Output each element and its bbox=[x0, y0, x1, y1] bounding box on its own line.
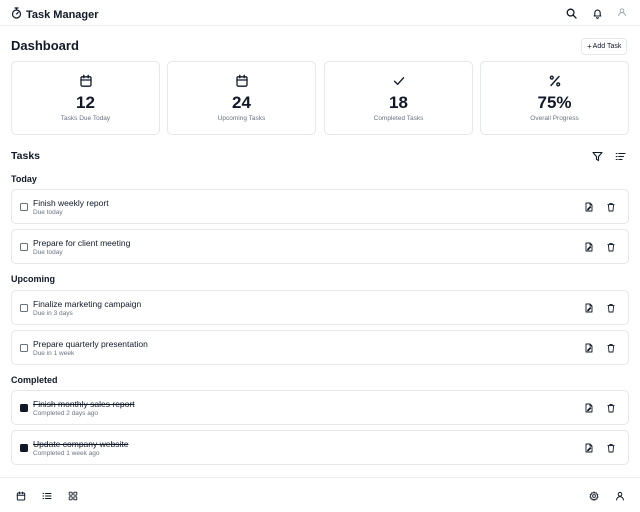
stat-value: 18 bbox=[389, 93, 408, 112]
trash-icon[interactable] bbox=[606, 343, 616, 353]
grid-icon[interactable] bbox=[67, 490, 78, 501]
stat-value: 12 bbox=[76, 93, 95, 112]
percent-icon bbox=[481, 74, 628, 88]
task-checkbox-checked[interactable] bbox=[20, 404, 28, 412]
group-label-upcoming: Upcoming bbox=[11, 274, 55, 284]
edit-document-icon[interactable] bbox=[584, 303, 594, 313]
task-row[interactable]: Finish monthly sales report Completed 2 … bbox=[11, 390, 629, 425]
check-icon bbox=[325, 74, 472, 88]
search-icon[interactable] bbox=[565, 7, 577, 19]
brand: Task Manager bbox=[11, 6, 99, 24]
settings-icon[interactable] bbox=[588, 490, 599, 501]
edit-document-icon[interactable] bbox=[584, 343, 594, 353]
app-title: Task Manager bbox=[26, 9, 99, 21]
task-completed-time: Completed 1 week ago bbox=[33, 450, 100, 457]
task-title: Prepare quarterly presentation bbox=[33, 339, 148, 349]
task-checkbox[interactable] bbox=[20, 304, 28, 312]
top-bar: Task Manager bbox=[0, 0, 640, 26]
edit-document-icon[interactable] bbox=[584, 443, 594, 453]
user-icon bbox=[617, 4, 627, 22]
stat-value: 75% bbox=[537, 93, 572, 112]
stopwatch-icon bbox=[11, 6, 22, 24]
task-completed-time: Completed 2 days ago bbox=[33, 410, 99, 417]
sort-icon[interactable] bbox=[614, 150, 626, 162]
task-checkbox[interactable] bbox=[20, 203, 28, 211]
stat-card-upcoming: 24 Upcoming Tasks bbox=[167, 61, 316, 135]
task-title: Finish monthly sales report bbox=[33, 399, 135, 409]
trash-icon[interactable] bbox=[606, 403, 616, 413]
trash-icon[interactable] bbox=[606, 443, 616, 453]
edit-document-icon[interactable] bbox=[584, 242, 594, 252]
stat-card-progress: 75% Overall Progress bbox=[480, 61, 629, 135]
stat-label: Upcoming Tasks bbox=[217, 115, 266, 122]
stat-label: Completed Tasks bbox=[373, 115, 424, 122]
stat-label: Tasks Due Today bbox=[60, 115, 111, 122]
task-checkbox[interactable] bbox=[20, 243, 28, 251]
user-avatar[interactable] bbox=[614, 5, 630, 21]
list-icon[interactable] bbox=[41, 490, 52, 501]
task-title: Prepare for client meeting bbox=[33, 238, 131, 248]
filter-icon[interactable] bbox=[591, 150, 603, 162]
add-task-label: Add Task bbox=[592, 43, 622, 50]
profile-icon[interactable] bbox=[614, 490, 625, 501]
task-row[interactable]: Finalize marketing campaign Due in 3 day… bbox=[11, 290, 629, 325]
edit-document-icon[interactable] bbox=[584, 202, 594, 212]
group-label-completed: Completed bbox=[11, 375, 58, 385]
task-row[interactable]: Prepare quarterly presentation Due in 1 … bbox=[11, 330, 629, 365]
plus-icon: + bbox=[587, 41, 592, 51]
tasks-section-title: Tasks bbox=[11, 150, 40, 162]
bottom-nav bbox=[0, 477, 640, 512]
task-due: Due today bbox=[33, 209, 63, 216]
task-due: Due in 1 week bbox=[33, 350, 75, 357]
task-checkbox[interactable] bbox=[20, 344, 28, 352]
task-row[interactable]: Update company website Completed 1 week … bbox=[11, 430, 629, 465]
stat-card-completed: 18 Completed Tasks bbox=[324, 61, 473, 135]
calendar-icon bbox=[168, 74, 315, 88]
trash-icon[interactable] bbox=[606, 202, 616, 212]
task-title: Finalize marketing campaign bbox=[33, 299, 142, 309]
task-due: Due in 3 days bbox=[33, 310, 73, 317]
stat-value: 24 bbox=[232, 93, 251, 112]
edit-document-icon[interactable] bbox=[584, 403, 594, 413]
page-title: Dashboard bbox=[11, 38, 79, 53]
calendar-icon[interactable] bbox=[15, 490, 26, 501]
task-row[interactable]: Prepare for client meeting Due today bbox=[11, 229, 629, 264]
add-task-button[interactable]: + Add Task bbox=[581, 38, 628, 55]
task-row[interactable]: Finish weekly report Due today bbox=[11, 189, 629, 224]
task-title: Update company website bbox=[33, 439, 129, 449]
task-due: Due today bbox=[33, 249, 63, 256]
trash-icon[interactable] bbox=[606, 242, 616, 252]
stat-label: Overall Progress bbox=[530, 115, 579, 122]
task-checkbox-checked[interactable] bbox=[20, 444, 28, 452]
group-label-today: Today bbox=[11, 174, 37, 184]
bell-icon[interactable] bbox=[591, 7, 603, 19]
trash-icon[interactable] bbox=[606, 303, 616, 313]
task-title: Finish weekly report bbox=[33, 198, 109, 208]
stat-card-due-today: 12 Tasks Due Today bbox=[11, 61, 160, 135]
calendar-icon bbox=[12, 74, 159, 88]
